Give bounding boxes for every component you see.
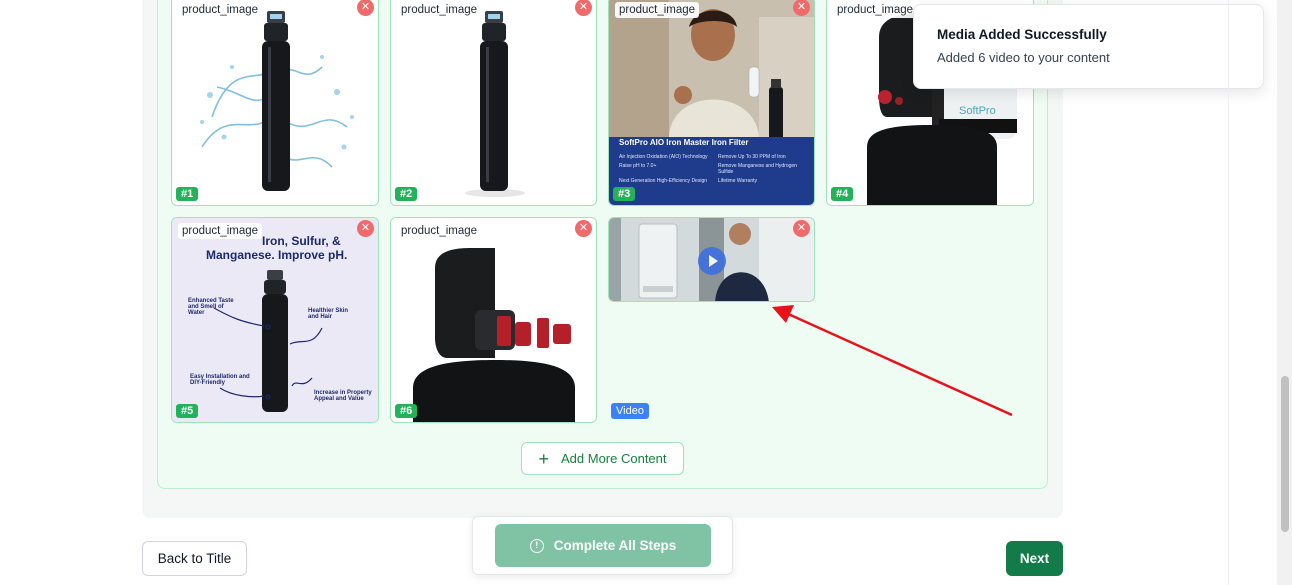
media-type-label: product_image bbox=[397, 223, 482, 239]
callout-text: Easy Installation and DIY-Friendly bbox=[190, 374, 250, 386]
play-icon[interactable] bbox=[698, 247, 726, 275]
headline-line-1: Iron, Sulfur, & bbox=[262, 234, 341, 248]
callout-text: Increase in Property Appeal and Value bbox=[314, 390, 372, 402]
complete-steps-container: ! Complete All Steps bbox=[472, 516, 733, 575]
media-card-1[interactable]: product_image ✕ #1 bbox=[171, 0, 379, 206]
callout-text: Enhanced Taste and Smell of Water bbox=[188, 298, 234, 316]
back-to-title-button[interactable]: Back to Title bbox=[142, 541, 247, 576]
remove-media-button[interactable]: ✕ bbox=[357, 220, 374, 237]
media-type-label: product_image bbox=[178, 2, 263, 18]
sidebar-divider bbox=[1228, 0, 1229, 585]
media-number-badge: #4 bbox=[831, 187, 854, 201]
media-number-badge: #2 bbox=[395, 187, 418, 201]
info-icon: ! bbox=[529, 538, 544, 553]
media-number-badge: #5 bbox=[176, 404, 199, 418]
media-number-badge: #6 bbox=[395, 404, 418, 418]
toast-title: Media Added Successfully bbox=[937, 27, 1107, 42]
product-image-1 bbox=[172, 0, 378, 205]
media-number-badge: #1 bbox=[176, 187, 199, 201]
media-card-5[interactable]: Iron, Sulfur, & Manganese. Improve pH. E… bbox=[171, 217, 379, 423]
media-card-6[interactable]: product_image ✕ #6 bbox=[390, 217, 597, 423]
feature-text: Next Generation High-Efficiency Design bbox=[619, 178, 708, 184]
complete-all-steps-button[interactable]: ! Complete All Steps bbox=[495, 524, 711, 567]
feature-text: Lifetime Warranty bbox=[718, 178, 757, 184]
feature-text: Raise pH to 7.0+ bbox=[619, 163, 657, 169]
next-button[interactable]: Next bbox=[1006, 541, 1063, 576]
banner-title: SoftPro AIO Iron Master Iron Filter bbox=[619, 138, 749, 147]
remove-video-button[interactable]: ✕ bbox=[793, 220, 810, 237]
plus-icon: + bbox=[538, 448, 549, 469]
product-image-2 bbox=[391, 0, 596, 205]
media-type-label: product_image bbox=[178, 223, 263, 239]
annotation-arrow bbox=[772, 305, 1013, 417]
banner-features: Air Injection Oxidation (AIO) Technology… bbox=[619, 154, 809, 184]
success-toast: Media Added Successfully Added 6 video t… bbox=[913, 4, 1264, 89]
add-more-label: Add More Content bbox=[561, 451, 667, 466]
video-type-badge: Video bbox=[611, 403, 649, 419]
page: product_image ✕ #1 product_image ✕ #2 So… bbox=[0, 0, 1292, 585]
video-card[interactable]: ✕ bbox=[608, 217, 815, 302]
product-image-6 bbox=[391, 218, 596, 422]
feature-text: Remove Up To 30 PPM of Iron bbox=[718, 154, 786, 160]
media-type-label: product_image bbox=[615, 2, 700, 18]
add-more-content-button[interactable]: + Add More Content bbox=[521, 442, 684, 475]
feature-text: Remove Manganese and Hydrogen Sulfide bbox=[718, 163, 797, 175]
scrollbar-thumb[interactable] bbox=[1281, 376, 1289, 532]
remove-media-button[interactable]: ✕ bbox=[575, 220, 592, 237]
media-card-2[interactable]: product_image ✕ #2 bbox=[390, 0, 597, 206]
media-card-3[interactable]: SoftPro AIO Iron Master Iron Filter Air … bbox=[608, 0, 815, 206]
complete-all-steps-label: Complete All Steps bbox=[553, 538, 677, 553]
brand-logo-text: SoftPro bbox=[959, 105, 996, 117]
callout-text: Healthier Skin and Hair bbox=[308, 308, 349, 320]
media-type-label: product_image bbox=[833, 2, 918, 18]
toast-description: Added 6 video to your content bbox=[937, 50, 1110, 65]
feature-text: Air Injection Oxidation (AIO) Technology bbox=[619, 154, 708, 160]
media-type-label: product_image bbox=[397, 2, 482, 18]
media-number-badge: #3 bbox=[613, 187, 636, 201]
headline-line-2: Manganese. Improve pH. bbox=[206, 248, 348, 262]
